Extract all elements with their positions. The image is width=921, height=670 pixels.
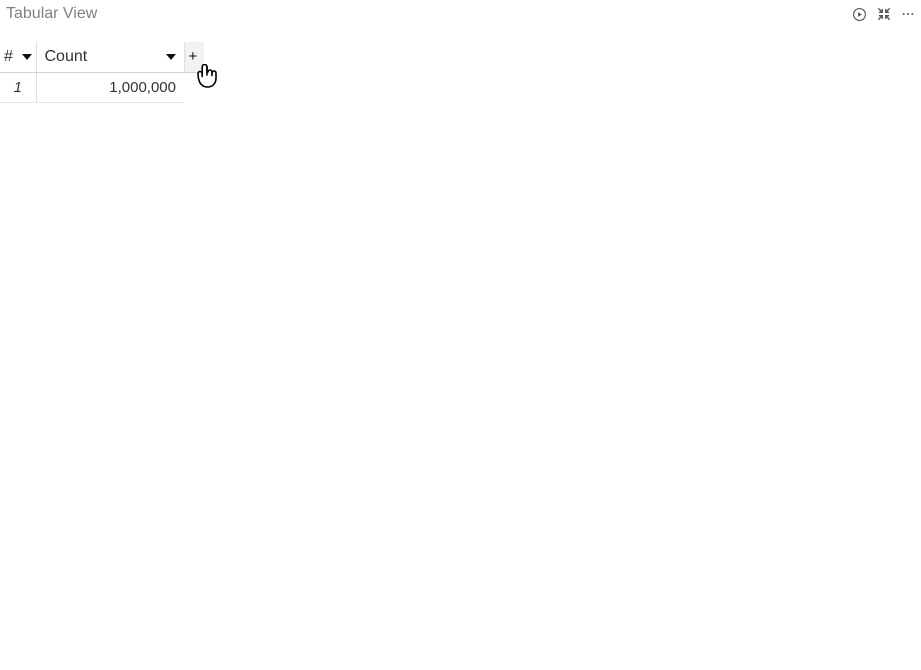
- panel-title: Tabular View: [6, 5, 97, 23]
- table-container: # Count +: [0, 42, 921, 103]
- row-number: 1: [0, 73, 36, 103]
- play-icon[interactable]: [852, 7, 867, 22]
- collapse-icon[interactable]: [877, 7, 891, 21]
- add-column-button[interactable]: +: [184, 42, 204, 73]
- rownum-symbol: #: [4, 48, 13, 66]
- more-icon[interactable]: [901, 7, 915, 21]
- cell-count: 1,000,000: [36, 73, 184, 103]
- dropdown-icon[interactable]: [22, 53, 32, 61]
- column-header-rownum[interactable]: #: [0, 42, 36, 73]
- dropdown-icon[interactable]: [166, 53, 176, 61]
- panel-header: Tabular View: [0, 0, 921, 24]
- header-actions: [852, 7, 915, 22]
- count-label: Count: [45, 48, 88, 66]
- data-table: # Count +: [0, 42, 204, 103]
- table-row[interactable]: 1 1,000,000: [0, 73, 204, 103]
- plus-icon: +: [189, 48, 198, 65]
- column-header-count[interactable]: Count: [36, 42, 184, 73]
